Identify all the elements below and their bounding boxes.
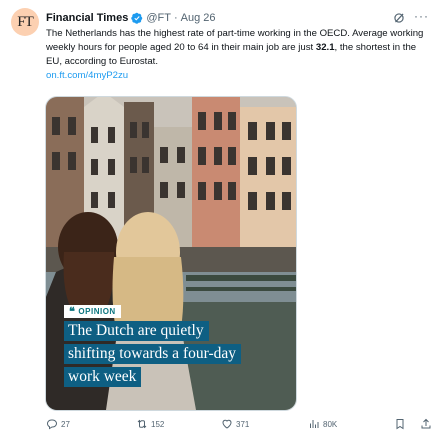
- like-button[interactable]: 371: [221, 418, 249, 430]
- heart-icon: [222, 419, 232, 429]
- headline-line: shifting towards a four-day: [64, 344, 241, 364]
- opinion-badge: ❝ OPINION: [64, 305, 121, 318]
- separator-dot: ·: [173, 12, 178, 24]
- share-button[interactable]: [420, 418, 435, 430]
- author-avatar[interactable]: FT: [11, 8, 39, 36]
- share-icon: [421, 418, 431, 429]
- tweet-text-bold: 32.1: [315, 42, 335, 53]
- repost-button[interactable]: 152: [136, 418, 164, 430]
- quote-icon: ❝: [69, 305, 76, 318]
- headline-line: The Dutch are quietly: [64, 321, 209, 341]
- tweet-date[interactable]: Aug 26: [181, 12, 216, 24]
- bookmark-icon: [396, 419, 404, 430]
- tweet-actions: 27 152 371 80K: [46, 418, 434, 434]
- repost-icon: [137, 419, 147, 429]
- link-card[interactable]: ❝ OPINION The Dutch are quietly shifting …: [45, 96, 297, 411]
- headline-line: work week: [64, 367, 142, 387]
- author-handle[interactable]: @FT: [146, 12, 171, 24]
- reply-icon: [46, 419, 58, 430]
- reply-count: 27: [61, 419, 70, 429]
- tweet-link[interactable]: on.ft.com/4myP2zu: [46, 70, 128, 81]
- card-headline: The Dutch are quietly shifting towards a…: [64, 319, 289, 388]
- bookmark-button[interactable]: [394, 418, 409, 430]
- views-icon: [310, 420, 319, 428]
- views-button[interactable]: 80K: [308, 418, 337, 430]
- tweet-text: The Netherlands has the highest rate of …: [46, 27, 434, 69]
- grok-icon[interactable]: [392, 11, 406, 25]
- opinion-label: OPINION: [78, 307, 116, 316]
- more-options-icon[interactable]: ···: [414, 9, 429, 23]
- repost-count: 152: [151, 419, 165, 429]
- views-count: 80K: [323, 419, 338, 429]
- reply-button[interactable]: 27: [46, 418, 70, 430]
- verified-badge-icon: [131, 12, 143, 24]
- author-name[interactable]: Financial Times: [46, 12, 128, 24]
- tweet-header: Financial Times @FT · Aug 26 ···: [46, 9, 431, 26]
- like-count: 371: [236, 419, 250, 429]
